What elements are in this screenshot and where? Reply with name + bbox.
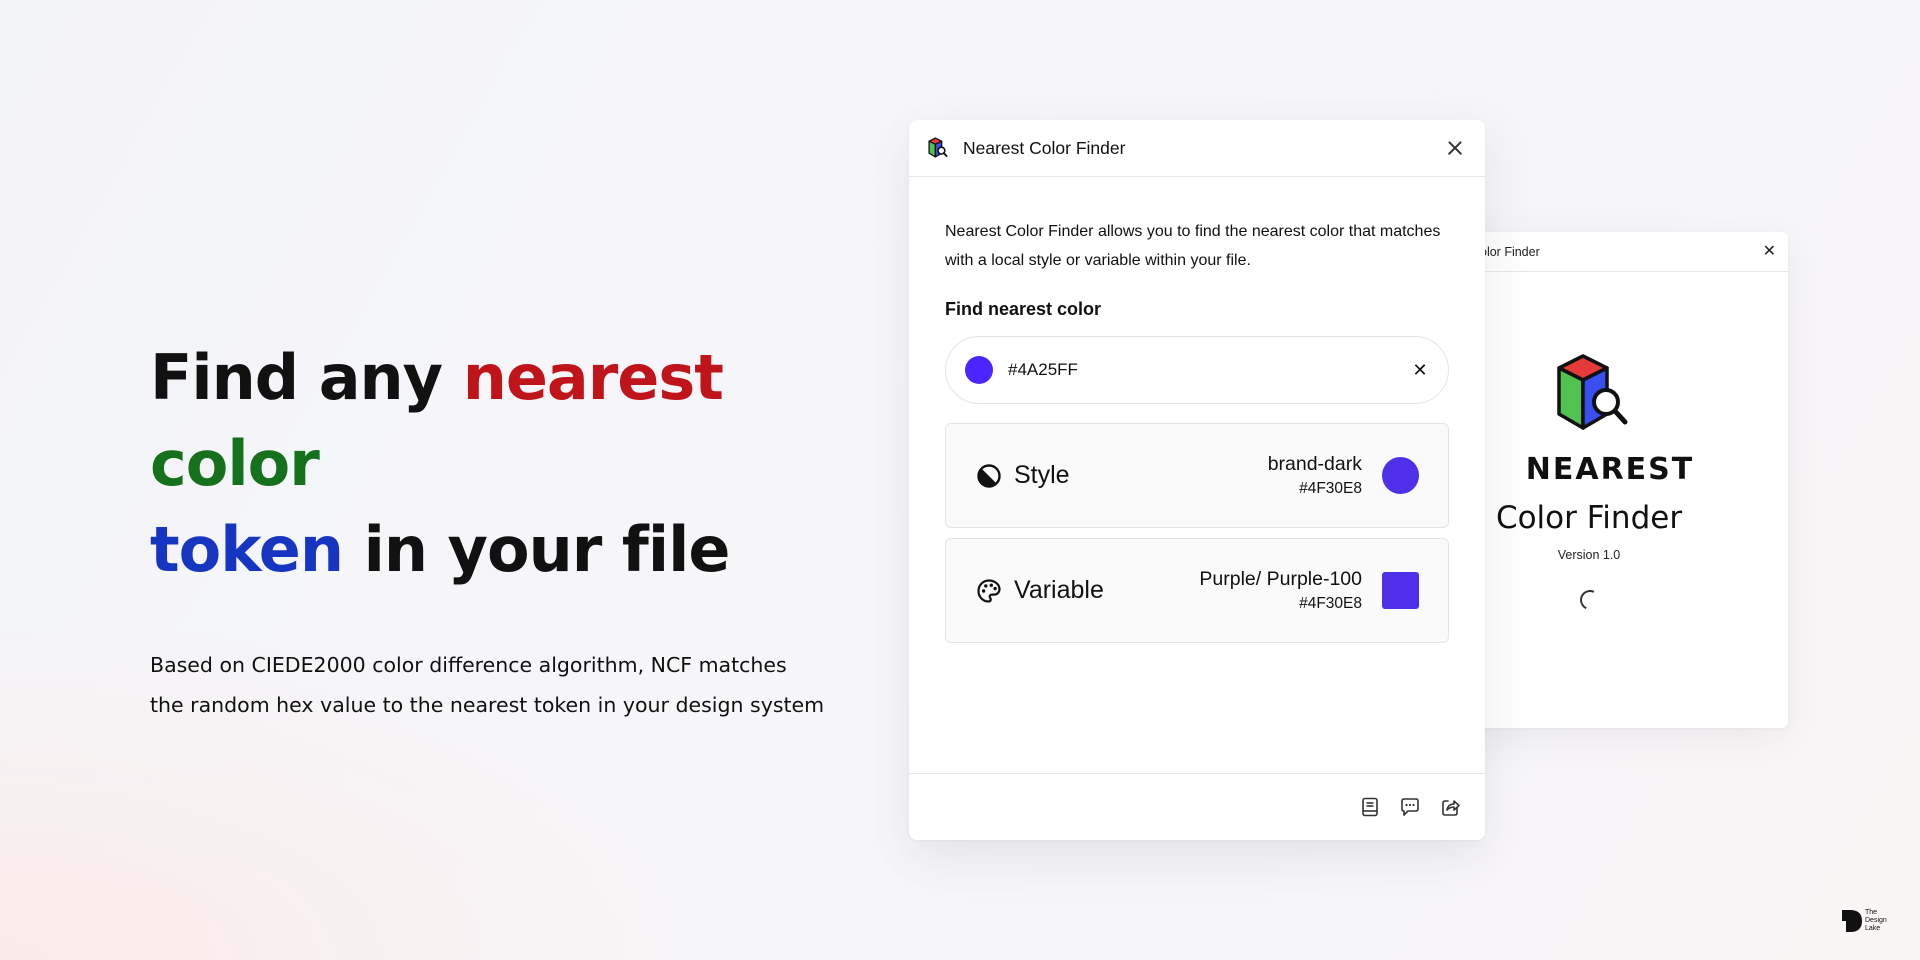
result-card-variable[interactable]: Variable Purple/ Purple-100 #4F30E8 xyxy=(945,538,1449,643)
close-icon[interactable] xyxy=(1443,136,1467,160)
cube-search-logo-icon xyxy=(928,137,948,158)
watermark-line: The xyxy=(1865,909,1878,916)
splash-subtitle: Color Finder xyxy=(1495,500,1683,536)
chat-icon[interactable] xyxy=(1399,796,1421,818)
design-lake-logo-icon xyxy=(1842,910,1862,932)
clear-icon[interactable]: ✕ xyxy=(1410,360,1430,381)
result-info: brand-dark #4F30E8 xyxy=(1268,451,1362,501)
splash-title: olor Finder xyxy=(1480,244,1540,259)
splash-version: Version 1.0 xyxy=(1557,548,1621,562)
result-card-style[interactable]: Style brand-dark #4F30E8 xyxy=(945,423,1449,528)
design-lake-text: The Design Lake xyxy=(1865,909,1887,933)
splash-header: olor Finder ✕ xyxy=(1440,232,1788,272)
subtext-line: the random hex value to the nearest toke… xyxy=(150,693,825,717)
watermark-line: Lake xyxy=(1865,925,1881,932)
hex-input[interactable] xyxy=(1008,360,1410,380)
hero-subtext: Based on CIEDE2000 color difference algo… xyxy=(150,645,850,725)
result-hex: #4F30E8 xyxy=(1299,479,1362,497)
color-search-field[interactable]: ✕ xyxy=(945,336,1449,404)
window-header: Nearest Color Finder xyxy=(909,120,1485,177)
headline: Find any nearest color token in your fil… xyxy=(150,335,870,593)
result-name: Purple/ Purple-100 xyxy=(1199,567,1362,590)
section-label: Find nearest color xyxy=(945,299,1102,319)
search-color-swatch[interactable] xyxy=(965,356,993,384)
book-icon[interactable] xyxy=(1359,796,1381,818)
headline-word: Find any xyxy=(150,341,463,414)
window-body: Nearest Color Finder allows you to find … xyxy=(909,177,1485,643)
result-type-label: Style xyxy=(1014,461,1070,489)
headline-word-color: color xyxy=(150,427,320,500)
result-hex: #4F30E8 xyxy=(1299,594,1362,612)
watermark-line: Design xyxy=(1865,917,1887,924)
window-title: Nearest Color Finder xyxy=(963,137,1126,158)
result-name: brand-dark xyxy=(1267,452,1362,475)
result-info: Purple/ Purple-100 #4F30E8 xyxy=(1199,566,1362,616)
close-icon[interactable]: ✕ xyxy=(1763,243,1776,260)
contrast-icon xyxy=(977,463,1001,488)
headline-line-1: Find any nearest color xyxy=(150,335,870,507)
design-lake-logo: The Design Lake xyxy=(1841,908,1887,934)
plugin-window: Nearest Color Finder Nearest Color Finde… xyxy=(909,120,1485,840)
cube-search-logo-icon xyxy=(1557,354,1628,430)
palette-icon xyxy=(977,578,1001,603)
headline-word-nearest: nearest xyxy=(462,341,724,414)
headline-line-2: token in your file xyxy=(150,507,870,593)
subtext-line: Based on CIEDE2000 color difference algo… xyxy=(150,653,787,677)
description: Nearest Color Finder allows you to find … xyxy=(945,223,1441,269)
result-type-label: Variable xyxy=(1014,576,1104,604)
hero-section: Find any nearest color token in your fil… xyxy=(150,335,870,725)
headline-word-token: token xyxy=(150,513,344,586)
headline-word: in your file xyxy=(343,513,731,586)
window-footer xyxy=(909,773,1485,840)
result-swatch xyxy=(1382,457,1419,494)
share-icon[interactable] xyxy=(1439,796,1461,818)
splash-brand: NEAREST xyxy=(1525,452,1695,487)
result-swatch xyxy=(1382,572,1419,609)
